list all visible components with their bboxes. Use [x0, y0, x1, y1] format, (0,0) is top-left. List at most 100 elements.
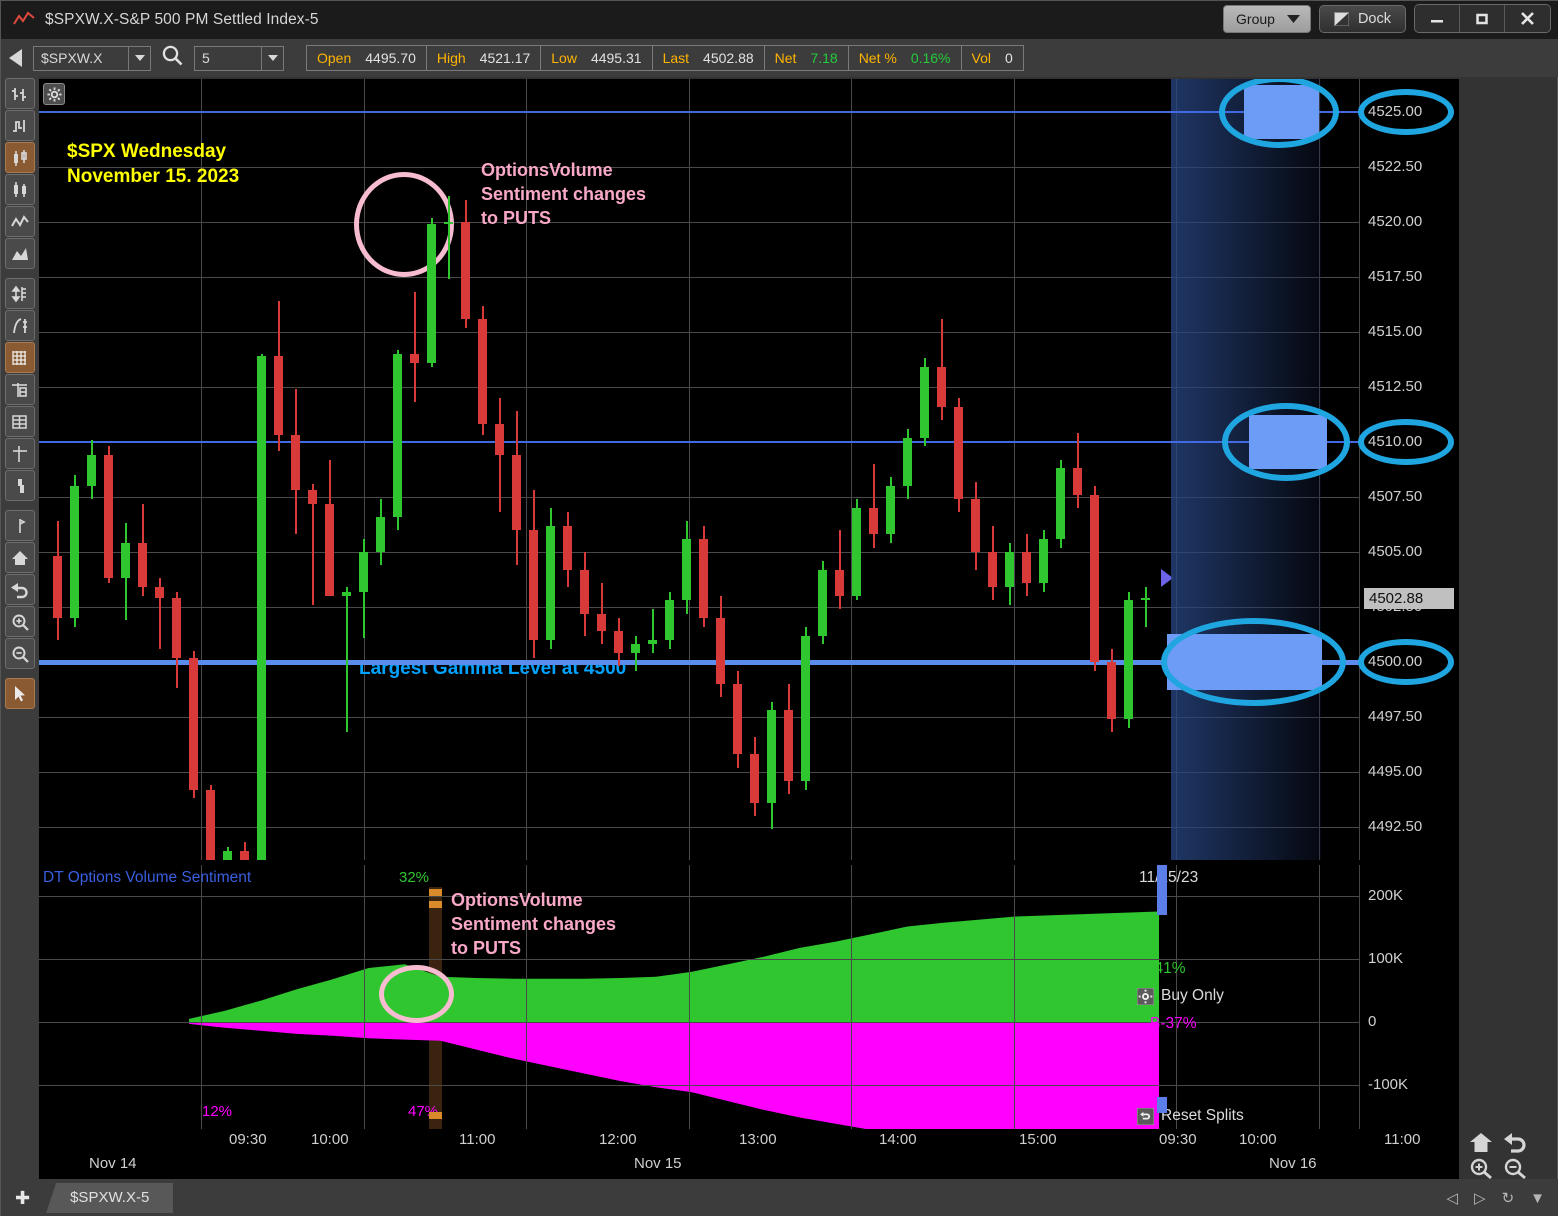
candle-body	[495, 424, 504, 456]
price-axis-tick: 4495.00	[1368, 763, 1423, 780]
time-axis-tick: 11:00	[459, 1131, 496, 1148]
candle-body	[376, 516, 385, 552]
home-tool[interactable]	[5, 542, 35, 573]
log-scale-tool[interactable]	[5, 310, 35, 341]
axis-tool[interactable]	[5, 374, 35, 405]
back-button[interactable]	[1, 49, 31, 67]
price-axis-tick: 4520.00	[1368, 213, 1423, 230]
sentiment-pane-title: DT Options Volume Sentiment	[43, 869, 252, 886]
candle-body	[937, 367, 946, 407]
symbol-dropdown-button[interactable]	[128, 46, 150, 70]
candle-body	[1107, 661, 1116, 720]
interval-dropdown-button[interactable]	[261, 46, 283, 70]
undo-tool[interactable]	[5, 574, 35, 605]
candle-body	[1141, 598, 1150, 601]
date-axis-label: Nov 15	[634, 1155, 682, 1172]
grid-line-vertical	[851, 79, 852, 860]
zoom-in-icon	[12, 614, 29, 631]
reset-splits-button[interactable]: Reset Splits	[1137, 1107, 1244, 1125]
candle-body	[274, 356, 283, 436]
quote-field-label: Open	[317, 50, 352, 66]
minimize-button[interactable]	[1415, 5, 1460, 32]
sentiment-annotation-lower: OptionsVolume Sentiment changes to PUTS	[451, 890, 617, 958]
dock-icon	[1333, 11, 1349, 26]
prev-tab-button[interactable]: ◁	[1446, 1189, 1458, 1207]
search-button[interactable]	[162, 45, 183, 71]
close-button[interactable]	[1505, 5, 1550, 32]
bar-chart-tool[interactable]	[5, 78, 35, 109]
scale-tool[interactable]	[5, 278, 35, 309]
candle-body	[682, 538, 691, 601]
candle-body	[614, 631, 623, 654]
marker-tool[interactable]	[5, 510, 35, 541]
candle-body	[1039, 538, 1048, 583]
candlestick	[410, 292, 419, 403]
table-tool[interactable]	[5, 406, 35, 437]
hollow-candle-tool[interactable]	[5, 174, 35, 205]
quote-field-vol: Vol 0	[962, 46, 1023, 70]
grid-line-horizontal	[39, 959, 1459, 961]
price-pane[interactable]: $SPX Wednesday November 15. 2023 Options…	[39, 79, 1459, 860]
time-axis-tick: 11:00	[1384, 1131, 1421, 1148]
quote-fields: Open 4495.70 High 4521.17 Low 4495.31 Last 4502…	[306, 45, 1024, 71]
candle-body	[597, 613, 606, 632]
candlestick	[1056, 459, 1065, 548]
zoom-out-icon[interactable]	[1503, 1157, 1527, 1179]
sentiment-date-marker: 11/15/23	[1139, 869, 1199, 886]
candle-body	[53, 556, 62, 618]
time-axis-tick: 13:00	[739, 1131, 777, 1148]
chart-settings-gear-button[interactable]	[43, 83, 65, 105]
candlestick-tool[interactable]	[5, 142, 35, 173]
candle-body	[121, 543, 130, 579]
quote-field-value: 4495.31	[590, 50, 642, 66]
grid-line-horizontal	[39, 1084, 1459, 1086]
candlestick	[1039, 530, 1048, 592]
candle-body	[1022, 551, 1031, 583]
candlestick	[444, 195, 453, 280]
candle-wick	[447, 195, 450, 280]
crosshair-tool[interactable]	[5, 438, 35, 469]
sentiment-change-highlight-circle	[354, 172, 454, 277]
line-chart-tool[interactable]	[5, 206, 35, 237]
chart-container[interactable]: $SPX Wednesday November 15. 2023 Options…	[39, 79, 1459, 1179]
sentiment-axis-tick: 0	[1368, 1013, 1377, 1030]
chart-tab[interactable]: $SPXW.X-5	[46, 1183, 174, 1213]
maximize-button[interactable]	[1460, 5, 1505, 32]
chevron-down-icon	[134, 55, 145, 61]
zoom-in-icon[interactable]	[1469, 1157, 1493, 1179]
interval-input[interactable]: 5	[194, 45, 284, 71]
price-axis[interactable]: 4525.00 4522.50 4520.00 4517.50 4515.00 4512.…	[1358, 79, 1459, 860]
zoom-in-tool[interactable]	[5, 606, 35, 637]
symbol-input[interactable]: $SPXW.X	[33, 45, 151, 71]
price-axis-tick: 4492.50	[1368, 818, 1423, 835]
candle-body	[189, 657, 198, 790]
quote-field-last: Last 4502.88	[653, 46, 765, 70]
price-axis-tick: 4505.00	[1368, 543, 1423, 560]
area-chart-tool[interactable]	[5, 238, 35, 269]
candle-body	[784, 710, 793, 781]
grid-tool[interactable]	[5, 342, 35, 373]
buy-only-toggle[interactable]: Buy Only	[1137, 987, 1224, 1005]
window-controls-area: Group Dock	[1223, 4, 1551, 33]
pointer-tool[interactable]	[5, 678, 35, 709]
candlestick	[784, 684, 793, 794]
step-tool[interactable]	[5, 470, 35, 501]
home-icon[interactable]	[1469, 1131, 1493, 1153]
hlc-bar-tool[interactable]	[5, 110, 35, 141]
dock-button[interactable]: Dock	[1318, 4, 1406, 33]
undo-icon[interactable]	[1503, 1131, 1527, 1153]
candlestick	[240, 842, 249, 860]
refresh-button[interactable]: ↻	[1502, 1189, 1515, 1207]
candle-body	[920, 367, 929, 438]
quote-field-high: High 4521.17	[427, 46, 542, 70]
add-tab-button[interactable]: ✚	[15, 1188, 30, 1209]
candlestick	[223, 846, 232, 860]
quote-field-label: High	[436, 50, 466, 66]
zoom-out-tool[interactable]	[5, 638, 35, 669]
time-axis[interactable]: 09:30 10:00 11:00 12:00 13:00 14:00 15:00 09:30…	[39, 1129, 1459, 1179]
candlestick	[971, 481, 980, 570]
group-button[interactable]: Group	[1223, 4, 1311, 33]
tab-list-button[interactable]: ▼	[1530, 1190, 1545, 1207]
quote-field-low: Low 4495.31	[541, 46, 653, 70]
next-tab-button[interactable]: ▷	[1474, 1189, 1486, 1207]
